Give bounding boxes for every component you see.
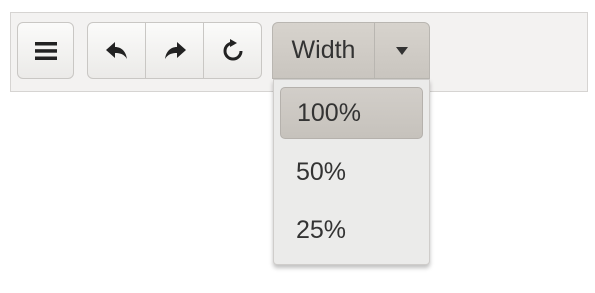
menu-button[interactable]: [17, 22, 74, 79]
width-dropdown[interactable]: Width: [272, 22, 430, 79]
width-option-50[interactable]: 50%: [280, 146, 423, 198]
caret-down-icon: [396, 46, 408, 55]
redo-arrow-icon: [164, 41, 186, 59]
undo-button[interactable]: [88, 23, 146, 78]
refresh-icon: [223, 38, 242, 60]
width-option-100[interactable]: 100%: [280, 87, 423, 139]
history-button-group: [87, 22, 262, 79]
hamburger-icon: [34, 41, 57, 60]
redo-button[interactable]: [146, 23, 204, 78]
width-dropdown-menu: 100% 50% 25%: [273, 79, 430, 265]
refresh-button[interactable]: [204, 23, 261, 78]
width-dropdown-toggle[interactable]: [375, 23, 429, 78]
undo-arrow-icon: [105, 41, 127, 59]
width-dropdown-label[interactable]: Width: [273, 23, 375, 78]
width-option-25[interactable]: 25%: [280, 204, 423, 256]
